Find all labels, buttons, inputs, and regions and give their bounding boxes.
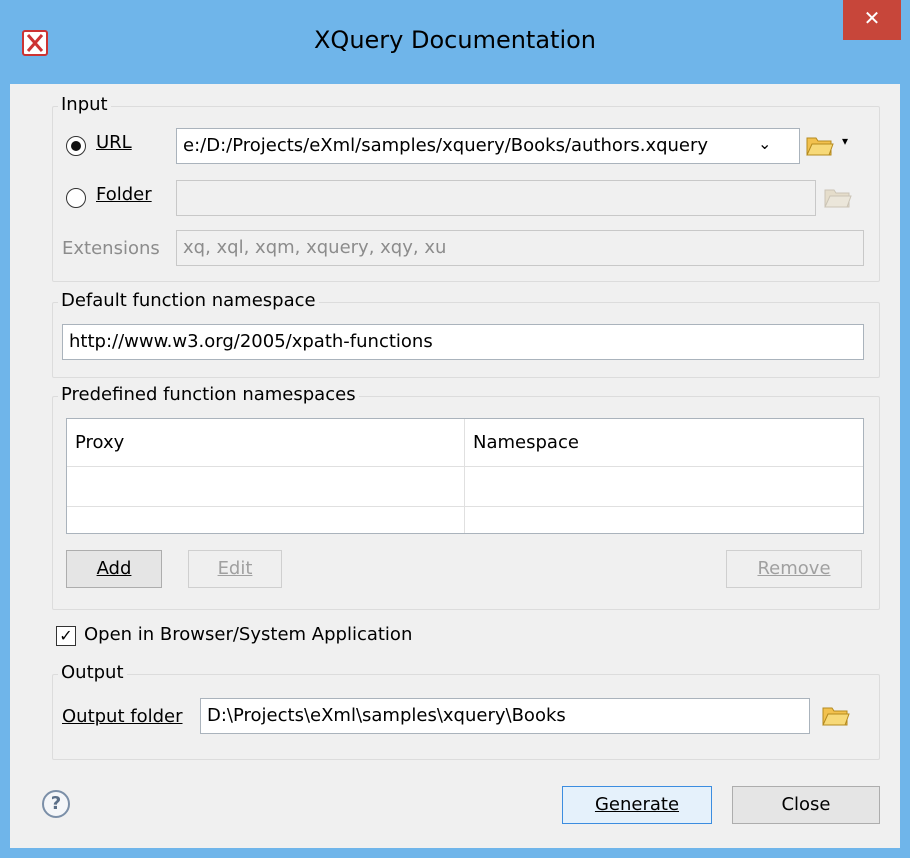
default-ns-label: Default function namespace	[58, 290, 319, 311]
url-browse-folder-icon[interactable]	[806, 134, 834, 158]
remove-button[interactable]: Remove	[726, 550, 862, 588]
table-row	[67, 467, 465, 507]
url-dropdown-arrow-icon[interactable]: ⌄	[758, 134, 771, 153]
url-browse-menu-arrow-icon[interactable]: ▾	[842, 134, 848, 148]
extensions-label: Extensions	[62, 238, 160, 259]
folder-radio-label[interactable]: Folder	[96, 184, 152, 205]
default-ns-input[interactable]: http://www.w3.org/2005/xpath-functions	[62, 324, 864, 360]
edit-button[interactable]: Edit	[188, 550, 282, 588]
table-row	[67, 507, 465, 533]
add-button[interactable]: Add	[66, 550, 162, 588]
url-radio-label[interactable]: URL	[96, 132, 132, 153]
table-row	[465, 507, 863, 533]
namespaces-table[interactable]: Proxy Namespace	[66, 418, 864, 534]
extensions-input[interactable]: xq, xql, xqm, xquery, xqy, xu	[176, 230, 864, 266]
column-header-namespace[interactable]: Namespace	[465, 419, 863, 467]
open-in-browser-checkbox[interactable]: ✓	[56, 626, 76, 646]
title-bar[interactable]: XQuery Documentation ✕	[0, 0, 910, 84]
output-browse-folder-icon[interactable]	[822, 704, 850, 728]
url-input-value: e:/D:/Projects/eXml/samples/xquery/Books…	[183, 135, 709, 156]
output-folder-input[interactable]: D:\Projects\eXml\samples\xquery\Books	[200, 698, 810, 734]
help-icon[interactable]: ?	[42, 790, 70, 818]
output-folder-label: Output folder	[62, 706, 183, 727]
folder-browse-icon[interactable]	[824, 186, 852, 210]
dialog-window: XQuery Documentation ✕ Input URL e:/D:/P…	[0, 0, 910, 858]
url-input[interactable]: e:/D:/Projects/eXml/samples/xquery/Books…	[176, 128, 800, 164]
close-button[interactable]: Close	[732, 786, 880, 824]
close-window-icon[interactable]: ✕	[843, 0, 901, 40]
folder-input[interactable]	[176, 180, 816, 216]
column-header-proxy[interactable]: Proxy	[67, 419, 465, 467]
url-radio[interactable]	[66, 136, 86, 156]
open-in-browser-label[interactable]: Open in Browser/System Application	[84, 624, 412, 645]
dialog-body: Input URL e:/D:/Projects/eXml/samples/xq…	[10, 84, 900, 848]
table-row	[465, 467, 863, 507]
output-group-label: Output	[58, 662, 127, 683]
folder-radio[interactable]	[66, 188, 86, 208]
predefined-ns-label: Predefined function namespaces	[58, 384, 359, 405]
generate-button[interactable]: Generate	[562, 786, 712, 824]
input-group-label: Input	[58, 94, 111, 115]
window-title: XQuery Documentation	[313, 26, 597, 54]
